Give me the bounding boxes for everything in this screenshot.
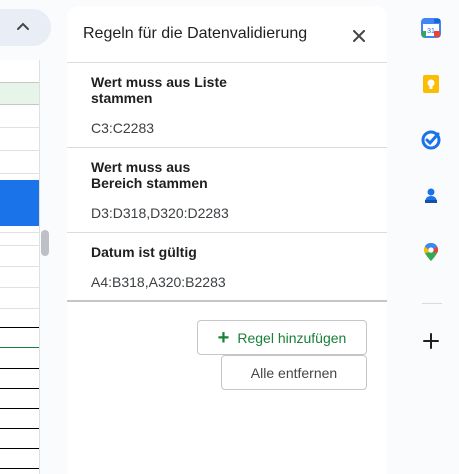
grid-border-green [0, 347, 39, 348]
calendar-icon[interactable]: 31 [421, 18, 441, 38]
rule-item[interactable]: Wert muss aus Bereich stammen [91, 159, 251, 191]
spreadsheet-grid[interactable] [0, 60, 40, 474]
grid-highlighted-row [0, 83, 39, 105]
contacts-icon[interactable] [421, 186, 441, 206]
grid-border [0, 468, 39, 469]
grid-line [0, 150, 39, 151]
remove-all-label: Alle entfernen [250, 364, 338, 381]
selected-cells[interactable] [0, 180, 39, 226]
grid-border [0, 388, 39, 389]
collapse-toolbar-button[interactable] [0, 9, 51, 46]
plus-icon: + [217, 326, 230, 349]
grid-line [0, 232, 39, 233]
maps-icon[interactable] [421, 242, 441, 262]
keep-icon[interactable] [421, 74, 441, 94]
add-addon-icon[interactable] [421, 331, 441, 351]
add-rule-button[interactable]: + Regel hinzufügen [197, 320, 367, 355]
close-icon [353, 30, 365, 42]
grid-border [0, 408, 39, 409]
rule-range: A4:B318,A320:B2283 [91, 274, 226, 290]
rule-title: Wert muss aus Bereich stammen [91, 159, 208, 191]
grid-border [0, 327, 39, 328]
rule-title: Datum ist gültig [91, 244, 197, 260]
data-validation-panel: Regeln für die Datenvalidierung Wert mus… [67, 6, 387, 474]
divider [67, 232, 387, 233]
grid-border [0, 448, 39, 449]
grid-line [0, 266, 39, 267]
rail-divider [422, 303, 442, 304]
rule-title: Wert muss aus Liste stammen [91, 74, 227, 106]
close-button[interactable] [348, 25, 370, 47]
spreadsheet-area [0, 0, 66, 474]
add-rule-label: Regel hinzufügen [237, 329, 347, 346]
grid-line [0, 173, 39, 174]
calendar-day: 31 [427, 28, 435, 35]
divider [67, 300, 387, 302]
panel-title: Regeln für die Datenvalidierung [83, 25, 308, 42]
divider [67, 147, 387, 148]
grid-line [0, 308, 39, 309]
grid-border [0, 428, 39, 429]
vertical-scrollbar[interactable] [41, 230, 49, 256]
remove-all-button[interactable]: Alle entfernen [221, 355, 367, 390]
rule-range: D3:D318,D320:D2283 [91, 205, 229, 221]
tasks-icon[interactable] [421, 130, 441, 150]
divider [67, 62, 387, 63]
chevron-up-icon [17, 22, 29, 30]
rule-item[interactable]: Datum ist gültig [91, 244, 251, 260]
grid-line [0, 287, 39, 288]
grid-line [0, 245, 39, 246]
grid-line [0, 127, 39, 128]
grid-border [0, 368, 39, 369]
rule-range: C3:C2283 [91, 120, 155, 136]
rule-item[interactable]: Wert muss aus Liste stammen [91, 74, 251, 106]
side-panel-rail: 31 [404, 0, 459, 474]
